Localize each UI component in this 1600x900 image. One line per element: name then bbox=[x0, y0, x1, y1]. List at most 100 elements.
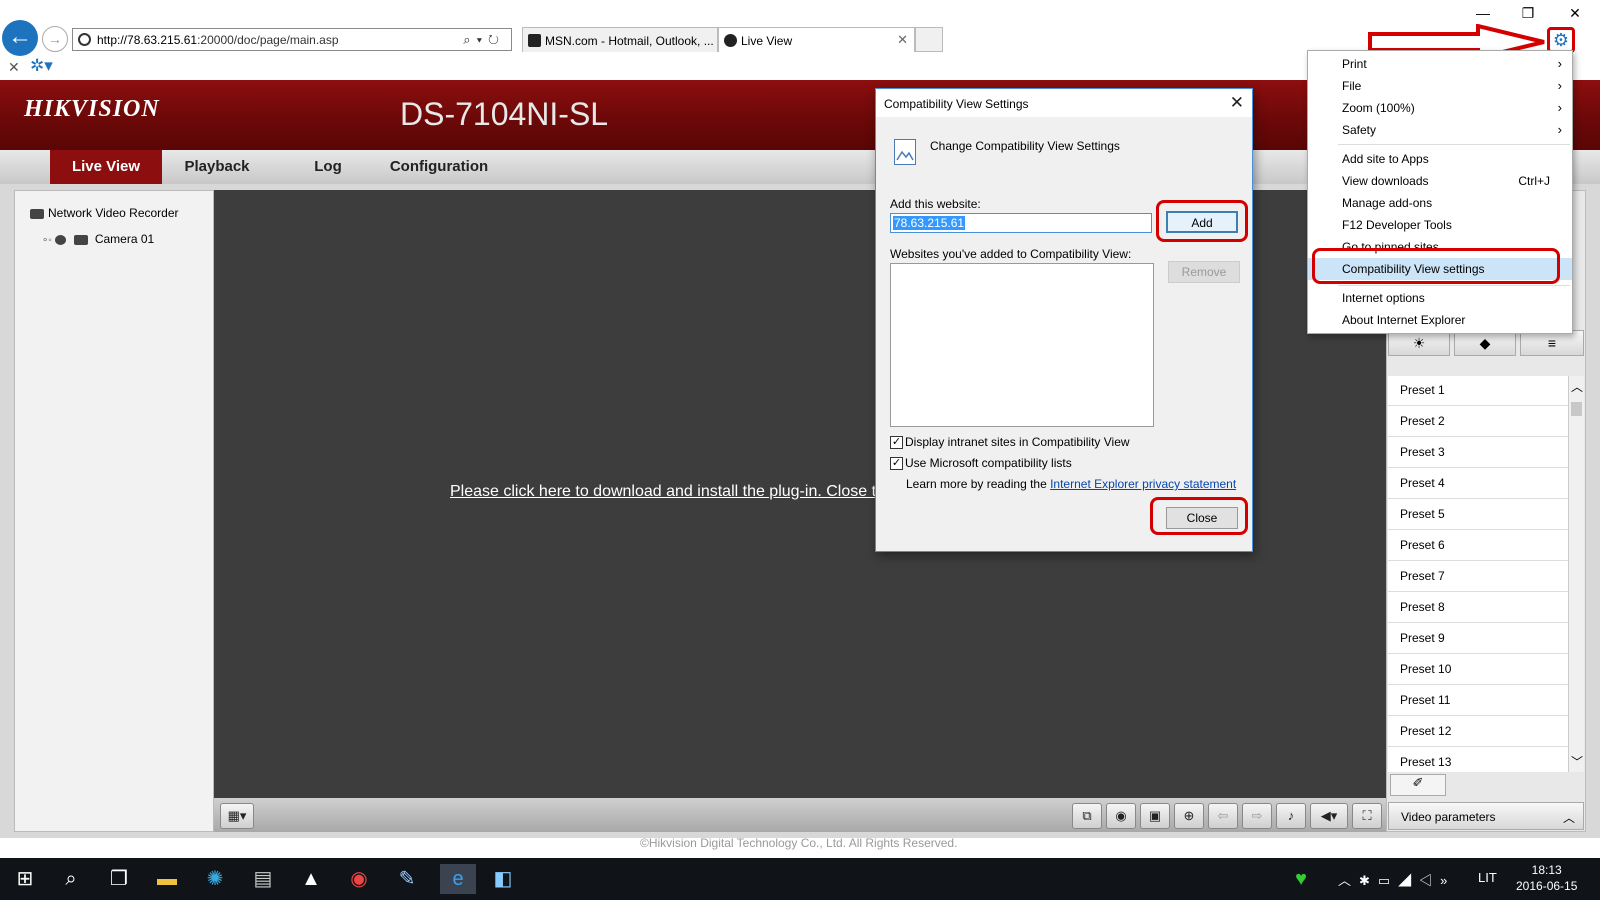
snowflake-addon-icon[interactable]: ✲▾ bbox=[30, 56, 53, 76]
add-website-value: 78.63.215.61 bbox=[893, 216, 966, 230]
capture-icon[interactable]: ◉ bbox=[1106, 803, 1136, 829]
dialog-title: Compatibility View Settings bbox=[884, 97, 1029, 111]
notepad-app-icon[interactable]: ◧ bbox=[488, 864, 518, 894]
plugin-download-link[interactable]: Please click here to download and instal… bbox=[450, 483, 876, 501]
windows-start-icon[interactable]: ⊞ bbox=[10, 864, 40, 894]
archive-app-icon[interactable]: ▤ bbox=[248, 864, 278, 894]
menu-item-add-site[interactable]: Add site to Apps bbox=[1308, 148, 1572, 170]
tab-configuration[interactable]: Configuration bbox=[380, 150, 498, 184]
menu-item-print[interactable]: Print › bbox=[1308, 53, 1572, 75]
tree-root[interactable]: Network Video Recorder bbox=[30, 206, 179, 220]
list-item[interactable]: Preset 3 bbox=[1388, 438, 1568, 468]
list-item[interactable]: Preset 8 bbox=[1388, 593, 1568, 623]
dialog-heading: Change Compatibility View Settings bbox=[930, 139, 1120, 153]
chevron-down-icon[interactable]: ﹀ bbox=[1571, 753, 1583, 770]
activity-monitor-icon[interactable]: ♥ bbox=[1286, 864, 1316, 894]
device-tree-panel bbox=[14, 190, 214, 832]
ms-lists-label: Use Microsoft compatibility lists bbox=[905, 456, 1072, 470]
fullscreen-icon[interactable]: ⛶ bbox=[1352, 803, 1382, 829]
search-icon[interactable]: ⌕ bbox=[56, 864, 86, 894]
preset-call-icon[interactable]: ✐ bbox=[1390, 774, 1446, 796]
list-item[interactable]: Preset 2 bbox=[1388, 407, 1568, 437]
privacy-statement-link[interactable]: Internet Explorer privacy statement bbox=[1050, 477, 1236, 491]
menu-label: Manage add-ons bbox=[1342, 196, 1433, 210]
close-window-icon[interactable]: ✕ bbox=[1560, 5, 1590, 22]
menu-item-f12[interactable]: F12 Developer Tools bbox=[1308, 214, 1572, 236]
chevron-right-icon: › bbox=[1557, 122, 1562, 137]
list-item[interactable]: Preset 9 bbox=[1388, 624, 1568, 654]
chevron-up-icon[interactable]: ︿ bbox=[1571, 378, 1583, 395]
next-page-icon[interactable]: ⇨ bbox=[1242, 803, 1272, 829]
chrome-icon[interactable]: ◉ bbox=[344, 864, 374, 894]
link-icon: ∘◦ bbox=[42, 235, 52, 246]
close-tab-icon[interactable]: ✕ bbox=[897, 32, 908, 48]
list-item[interactable]: Preset 10 bbox=[1388, 655, 1568, 685]
tab-playback[interactable]: Playback bbox=[162, 150, 272, 184]
menu-item-internet-options[interactable]: Internet options bbox=[1308, 287, 1572, 309]
menu-label: Internet options bbox=[1342, 291, 1425, 305]
tab-live-view[interactable]: Live View ✕ bbox=[718, 27, 915, 52]
menu-item-zoom[interactable]: Zoom (100%) › bbox=[1308, 97, 1572, 119]
menu-label: Print bbox=[1342, 57, 1367, 71]
list-item[interactable]: Preset 5 bbox=[1388, 500, 1568, 530]
minimize-icon[interactable]: — bbox=[1468, 5, 1498, 21]
settings-app-icon[interactable]: ✺ bbox=[200, 864, 230, 894]
prev-page-icon[interactable]: ⇦ bbox=[1208, 803, 1238, 829]
address-bar[interactable]: http://78.63.215.61:20000/doc/page/main.… bbox=[72, 28, 512, 51]
stop-all-icon[interactable]: ⧉ bbox=[1072, 803, 1102, 829]
tab-log[interactable]: Log bbox=[288, 150, 368, 184]
zoom-icon[interactable]: ⊕ bbox=[1174, 803, 1204, 829]
record-clip-icon[interactable]: ▣ bbox=[1140, 803, 1170, 829]
hikvision-logo: HIKVISION bbox=[24, 96, 160, 122]
menu-shortcut: Ctrl+J bbox=[1518, 174, 1550, 188]
new-tab-button[interactable] bbox=[915, 27, 943, 52]
ie-tools-menu: Print › File › Zoom (100%) › Safety › Add si… bbox=[1307, 50, 1573, 334]
list-item[interactable]: Preset 4 bbox=[1388, 469, 1568, 499]
chevron-up-icon[interactable]: ︿ bbox=[1563, 809, 1575, 826]
forward-arrow-icon[interactable]: → bbox=[42, 26, 68, 52]
list-item[interactable]: Preset 7 bbox=[1388, 562, 1568, 592]
list-item[interactable]: Preset 13 bbox=[1388, 748, 1568, 772]
add-website-input[interactable]: 78.63.215.61 bbox=[890, 213, 1152, 233]
added-sites-list[interactable] bbox=[890, 263, 1154, 427]
search-refresh-icons[interactable]: ⌕▾↻ bbox=[463, 32, 505, 48]
system-tray-icons[interactable]: ︿✱▭◢◁» bbox=[1338, 870, 1455, 889]
close-icon[interactable]: ✕ bbox=[1230, 93, 1244, 113]
list-item[interactable]: Preset 11 bbox=[1388, 686, 1568, 716]
layout-grid-icon[interactable]: ▦▾ bbox=[220, 803, 254, 829]
tab-live-view-nav[interactable]: Live View bbox=[50, 150, 162, 184]
task-view-icon[interactable]: ❐ bbox=[104, 864, 134, 894]
remove-button[interactable]: Remove bbox=[1168, 261, 1240, 283]
clock-date: 2016-06-15 bbox=[1516, 879, 1578, 893]
menu-item-about[interactable]: About Internet Explorer bbox=[1308, 309, 1572, 331]
intranet-checkbox[interactable]: ✓ Display intranet sites in Compatibility… bbox=[890, 435, 1130, 450]
volume-muted-icon[interactable]: ◀▾ bbox=[1310, 803, 1348, 829]
checkbox-checked-icon[interactable]: ✓ bbox=[890, 457, 903, 471]
list-item[interactable]: Preset 12 bbox=[1388, 717, 1568, 747]
list-item[interactable]: Preset 1 bbox=[1388, 376, 1568, 406]
video-parameters-panel[interactable]: Video parameters ︿ bbox=[1388, 802, 1584, 830]
menu-item-safety[interactable]: Safety › bbox=[1308, 119, 1572, 141]
checkbox-checked-icon[interactable]: ✓ bbox=[890, 436, 903, 450]
back-arrow-icon[interactable]: ← bbox=[2, 20, 38, 56]
list-item[interactable]: Preset 6 bbox=[1388, 531, 1568, 561]
photos-app-icon[interactable]: ▲ bbox=[296, 864, 326, 894]
scroll-thumb[interactable] bbox=[1571, 402, 1582, 416]
menu-item-downloads[interactable]: View downloads Ctrl+J bbox=[1308, 170, 1572, 192]
ms-lists-checkbox[interactable]: ✓ Use Microsoft compatibility lists bbox=[890, 456, 1072, 471]
clock[interactable]: 18:13 2016-06-15 bbox=[1516, 862, 1577, 894]
paint-app-icon[interactable]: ✎ bbox=[392, 864, 422, 894]
close-icon[interactable]: ✕ bbox=[8, 59, 20, 76]
file-explorer-icon[interactable]: ▬ bbox=[152, 864, 182, 894]
record-icon bbox=[73, 234, 88, 245]
tab-msn[interactable]: MSN.com - Hotmail, Outlook, ... bbox=[522, 27, 718, 52]
restore-icon[interactable]: ❐ bbox=[1513, 5, 1543, 22]
preset-scrollbar[interactable]: ︿ ﹀ bbox=[1568, 376, 1584, 772]
menu-item-file[interactable]: File › bbox=[1308, 75, 1572, 97]
language-indicator[interactable]: LIT bbox=[1478, 870, 1497, 885]
tree-camera[interactable]: ∘◦ Camera 01 bbox=[42, 232, 154, 246]
internet-explorer-icon[interactable]: e bbox=[440, 864, 476, 894]
microphone-icon[interactable]: ♪ bbox=[1276, 803, 1306, 829]
menu-item-addons[interactable]: Manage add-ons bbox=[1308, 192, 1572, 214]
added-sites-label: Websites you've added to Compatibility V… bbox=[890, 247, 1132, 261]
